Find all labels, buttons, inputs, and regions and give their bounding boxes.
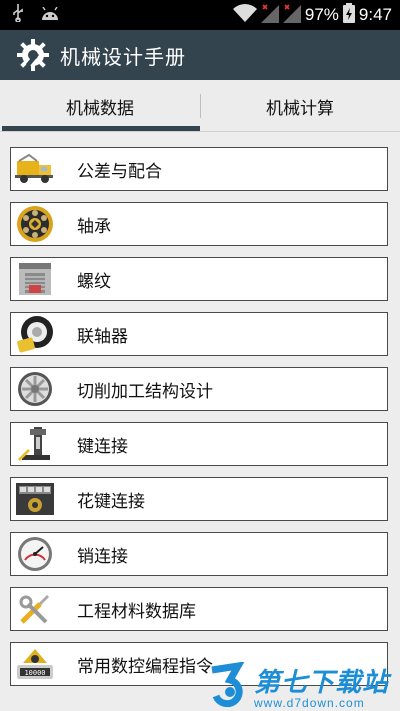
- watermark-logo-icon: [211, 662, 245, 708]
- bearing-icon: [13, 203, 57, 245]
- list-item-key-connection[interactable]: 键连接: [10, 422, 388, 466]
- truck-icon: [13, 148, 57, 190]
- list-item-tolerance[interactable]: 公差与配合: [10, 147, 388, 191]
- menu-list: 公差与配合 轴承 螺纹 联轴器 切削加工结构设计 键连接 花键连接 销连接 工程…: [0, 132, 400, 711]
- clock: 9:47: [358, 5, 392, 24]
- list-item-label: 键连接: [77, 436, 128, 457]
- battery-charging-icon: [342, 3, 355, 27]
- list-item-label: 花键连接: [77, 491, 145, 512]
- list-item-label: 公差与配合: [77, 161, 162, 182]
- factory-icon: [13, 258, 57, 300]
- list-item-label: 销连接: [77, 546, 128, 567]
- android-icon: [40, 6, 60, 25]
- list-item-cutting-design[interactable]: 切削加工结构设计: [10, 367, 388, 411]
- list-item-thread[interactable]: 螺纹: [10, 257, 388, 301]
- counter-icon: 10000: [13, 643, 57, 685]
- svg-text:10000: 10000: [24, 669, 45, 677]
- list-item-label: 切削加工结构设计: [77, 381, 213, 402]
- machine-tool-icon: [13, 423, 57, 465]
- tools-icon: [13, 588, 57, 630]
- list-item-label: 螺纹: [77, 271, 111, 292]
- app-bar: 机械设计手册: [0, 30, 400, 80]
- battery-percent: 97%: [304, 5, 339, 24]
- tab-mechanical-calc[interactable]: 机械计算: [200, 80, 400, 132]
- list-item-bearing[interactable]: 轴承: [10, 202, 388, 246]
- list-item-label: 工程材料数据库: [77, 601, 196, 622]
- tire-icon: [13, 313, 57, 355]
- tab-selected-indicator: [2, 126, 200, 131]
- tab-bar: 机械数据 机械计算: [0, 80, 400, 132]
- list-item-label: 常用数控编程指令: [77, 656, 213, 677]
- list-item-coupling[interactable]: 联轴器: [10, 312, 388, 356]
- watermark: 第七下载站 www.d7down.com: [206, 660, 400, 711]
- usb-icon: [12, 4, 24, 26]
- status-bar: 97% 9:47: [0, 0, 400, 30]
- list-item-label: 轴承: [77, 216, 111, 237]
- list-item-spline-connection[interactable]: 花键连接: [10, 477, 388, 521]
- signal-icon: [282, 3, 301, 27]
- signal-icon: [260, 3, 279, 27]
- watermark-text: 第七下载站: [254, 668, 390, 698]
- app-title: 机械设计手册: [60, 44, 186, 69]
- wheel-icon: [13, 368, 57, 410]
- gear-wrench-icon[interactable]: [15, 37, 51, 73]
- list-item-pin-connection[interactable]: 销连接: [10, 532, 388, 576]
- gauge-icon: [13, 533, 57, 575]
- watermark-url: www.d7down.com: [254, 696, 365, 710]
- tab-mechanical-data[interactable]: 机械数据: [0, 80, 200, 132]
- list-item-material-db[interactable]: 工程材料数据库: [10, 587, 388, 631]
- wifi-icon: [232, 3, 257, 27]
- panel-icon: [13, 478, 57, 520]
- list-item-label: 联轴器: [77, 326, 128, 347]
